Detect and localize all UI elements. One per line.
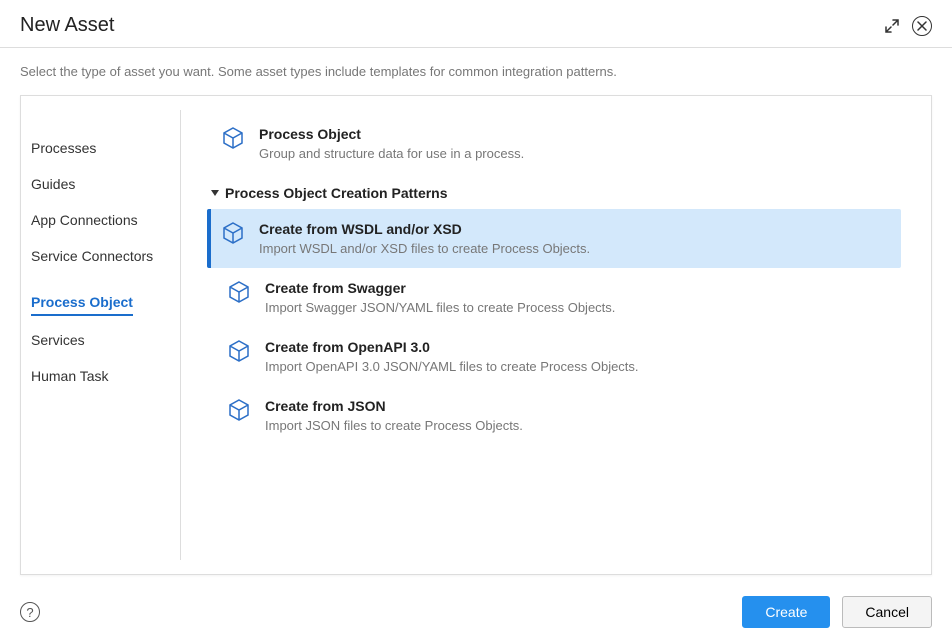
asset-title: Process Object (259, 126, 891, 142)
cube-icon (221, 126, 245, 150)
pattern-swagger[interactable]: Create from Swagger Import Swagger JSON/… (217, 268, 901, 327)
pattern-text: Create from Swagger Import Swagger JSON/… (265, 280, 891, 315)
dialog-subtitle: Select the type of asset you want. Some … (20, 64, 932, 79)
sidebar-item-processes[interactable]: Processes (31, 130, 170, 166)
asset-desc: Group and structure data for use in a pr… (259, 146, 891, 161)
main-area: Process Object Group and structure data … (181, 96, 931, 574)
pattern-json[interactable]: Create from JSON Import JSON files to cr… (217, 386, 901, 445)
pattern-desc: Import Swagger JSON/YAML files to create… (265, 300, 891, 315)
pattern-text: Create from JSON Import JSON files to cr… (265, 398, 891, 433)
sidebar-item-guides[interactable]: Guides (31, 166, 170, 202)
sidebar-item-service-connectors[interactable]: Service Connectors (31, 238, 170, 274)
asset-primary[interactable]: Process Object Group and structure data … (211, 116, 901, 171)
pattern-text: Create from WSDL and/or XSD Import WSDL … (259, 221, 891, 256)
dialog-content: Select the type of asset you want. Some … (0, 48, 952, 595)
section-header-label: Process Object Creation Patterns (225, 185, 448, 201)
expand-icon[interactable] (882, 16, 902, 36)
pattern-title: Create from Swagger (265, 280, 891, 296)
header-icons (882, 16, 932, 36)
dialog-title: New Asset (20, 14, 114, 37)
sidebar: Processes Guides App Connections Service… (21, 110, 181, 560)
cancel-button[interactable]: Cancel (842, 596, 932, 628)
pattern-text: Create from OpenAPI 3.0 Import OpenAPI 3… (265, 339, 891, 374)
collapse-icon (211, 190, 219, 196)
sidebar-item-app-connections[interactable]: App Connections (31, 202, 170, 238)
cube-icon (227, 398, 251, 422)
cube-icon (227, 280, 251, 304)
pattern-title: Create from OpenAPI 3.0 (265, 339, 891, 355)
sidebar-item-services[interactable]: Services (31, 322, 170, 358)
section-header[interactable]: Process Object Creation Patterns (211, 171, 901, 209)
help-icon[interactable]: ? (20, 602, 40, 622)
pattern-desc: Import OpenAPI 3.0 JSON/YAML files to cr… (265, 359, 891, 374)
pattern-openapi[interactable]: Create from OpenAPI 3.0 Import OpenAPI 3… (217, 327, 901, 386)
pattern-list: Create from WSDL and/or XSD Import WSDL … (217, 209, 901, 445)
cube-icon (221, 221, 245, 245)
pattern-desc: Import JSON files to create Process Obje… (265, 418, 891, 433)
close-icon[interactable] (912, 16, 932, 36)
pattern-desc: Import WSDL and/or XSD files to create P… (259, 241, 891, 256)
cube-icon (227, 339, 251, 363)
sidebar-item-human-task[interactable]: Human Task (31, 358, 170, 394)
create-button[interactable]: Create (742, 596, 830, 628)
pattern-title: Create from WSDL and/or XSD (259, 221, 891, 237)
dialog-header: New Asset (0, 0, 952, 48)
main-panel: Processes Guides App Connections Service… (20, 95, 932, 575)
asset-text: Process Object Group and structure data … (259, 126, 891, 161)
footer-buttons: Create Cancel (742, 596, 932, 628)
sidebar-item-process-object[interactable]: Process Object (31, 284, 133, 316)
pattern-title: Create from JSON (265, 398, 891, 414)
pattern-wsdl-xsd[interactable]: Create from WSDL and/or XSD Import WSDL … (207, 209, 901, 268)
dialog-footer: ? Create Cancel (0, 582, 952, 642)
